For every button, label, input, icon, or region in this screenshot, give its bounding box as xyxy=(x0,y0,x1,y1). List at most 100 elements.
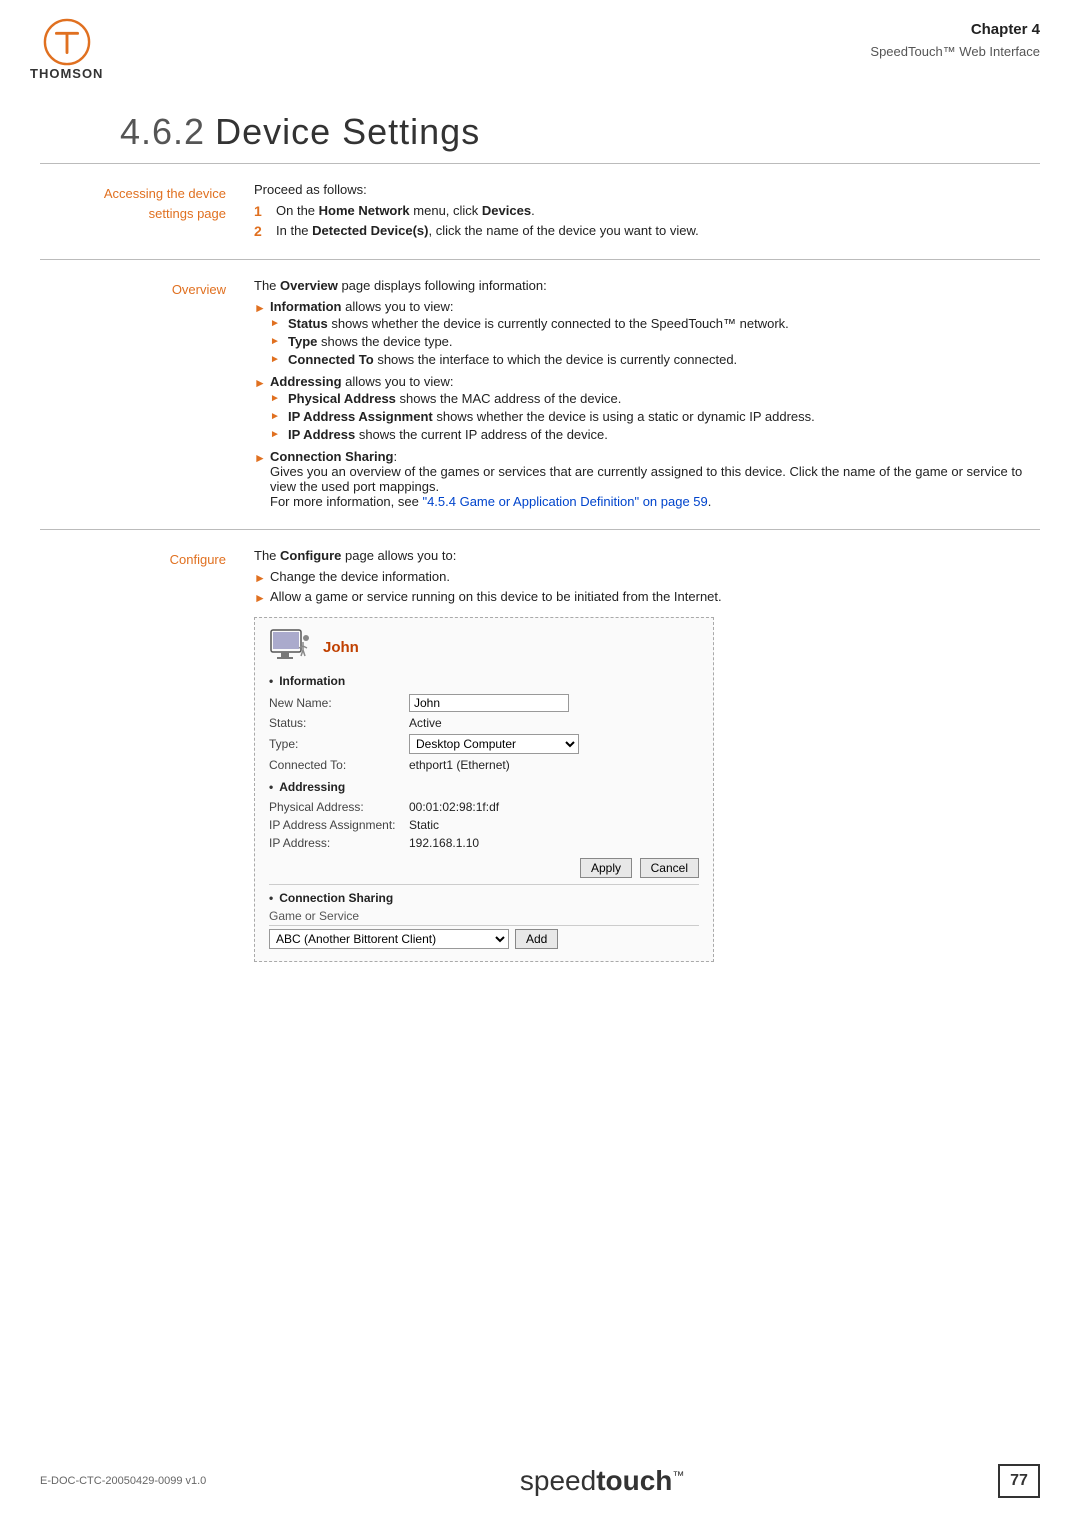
footer-brand: speedtouch™ xyxy=(206,1465,998,1497)
ip-assignment-label: IP Address Assignment: xyxy=(269,816,409,834)
ip-address-text: IP Address shows the current IP address … xyxy=(288,427,608,442)
step-2-num: 2 xyxy=(254,223,276,239)
new-name-input[interactable] xyxy=(409,694,569,712)
type-label: Type: xyxy=(269,732,409,756)
page-title-text: Device Settings xyxy=(215,111,480,152)
status-text: Status shows whether the device is curre… xyxy=(288,316,789,331)
connection-sharing-link[interactable]: "4.5.4 Game or Application Definition" o… xyxy=(422,494,707,509)
configure-section: Configure The Configure page allows you … xyxy=(40,529,1040,978)
ip-assignment-value: Static xyxy=(409,816,699,834)
addressing-text: Addressing allows you to view: xyxy=(270,374,454,389)
connected-to-value: ethport1 (Ethernet) xyxy=(409,756,699,774)
overview-label-text: Overview xyxy=(172,282,226,297)
device-card: John • Information New Name: Status: xyxy=(254,617,714,962)
step-1-num: 1 xyxy=(254,203,276,219)
configure-label-text: Configure xyxy=(170,552,226,567)
step-1-text: On the Home Network menu, click Devices. xyxy=(276,203,535,218)
device-icon xyxy=(269,628,313,666)
ip-address-label: IP Address: xyxy=(269,834,409,852)
addressing-sub-bullets: ► Physical Address shows the MAC address… xyxy=(270,391,815,442)
accessing-steps: 1 On the Home Network menu, click Device… xyxy=(254,203,1040,239)
brand-tm: ™ xyxy=(672,1469,684,1483)
card-information-table: New Name: Status: Active Type: Desk xyxy=(269,692,699,774)
bullet-addressing: ► Addressing allows you to view: ► Physi… xyxy=(254,374,1040,445)
overview-intro: The Overview page displays following inf… xyxy=(254,278,1040,293)
configure-bullet-2-text: Allow a game or service running on this … xyxy=(270,589,722,604)
bullet-arrow-3: ► xyxy=(254,451,270,465)
physical-address-row: Physical Address: 00:01:02:98:1f:df xyxy=(269,798,699,816)
configure-bullet-1: ► Change the device information. xyxy=(254,569,1040,585)
step-2-text: In the Detected Device(s), click the nam… xyxy=(276,223,699,238)
sub-arrow-physical: ► xyxy=(270,393,288,404)
bullet-connection-sharing-content: Connection Sharing: Gives you an overvie… xyxy=(270,449,1040,509)
connected-to-label: Connected To: xyxy=(269,756,409,774)
overview-content: The Overview page displays following inf… xyxy=(250,278,1040,513)
status-value: Active xyxy=(409,714,699,732)
game-service-select[interactable]: ABC (Another Bittorent Client) xyxy=(269,929,509,949)
type-select[interactable]: Desktop Computer xyxy=(409,734,579,754)
accessing-label: Accessing the device settings page xyxy=(40,182,250,243)
sub-bullet-ip-address: ► IP Address shows the current IP addres… xyxy=(270,427,815,442)
bullet-information: ► Information allows you to view: ► Stat… xyxy=(254,299,1040,370)
physical-address-value: 00:01:02:98:1f:df xyxy=(409,798,699,816)
chapter-info: Chapter 4 SpeedTouch™ Web Interface xyxy=(870,18,1040,63)
type-row: Type: Desktop Computer xyxy=(269,732,699,756)
cancel-button[interactable]: Cancel xyxy=(640,858,699,878)
sub-bullet-connected-to: ► Connected To shows the interface to wh… xyxy=(270,352,789,367)
apply-button[interactable]: Apply xyxy=(580,858,632,878)
cs-sub-label: Game or Service xyxy=(269,909,699,926)
configure-bullet-2: ► Allow a game or service running on thi… xyxy=(254,589,1040,605)
configure-arrow-1: ► xyxy=(254,571,270,585)
step-2: 2 In the Detected Device(s), click the n… xyxy=(254,223,1040,239)
accessing-intro: Proceed as follows: xyxy=(254,182,1040,197)
card-addressing-table: Physical Address: 00:01:02:98:1f:df IP A… xyxy=(269,798,699,852)
page-title-number: 4.6.2 xyxy=(120,111,205,152)
step-1: 1 On the Home Network menu, click Device… xyxy=(254,203,1040,219)
ip-address-value: 192.168.1.10 xyxy=(409,834,699,852)
configure-arrow-2: ► xyxy=(254,591,270,605)
bullet-information-content: Information allows you to view: ► Status… xyxy=(270,299,789,370)
bullet-arrow-2: ► xyxy=(254,376,270,390)
accessing-content: Proceed as follows: 1 On the Home Networ… xyxy=(250,182,1040,243)
new-name-row: New Name: xyxy=(269,692,699,714)
sub-arrow-type: ► xyxy=(270,336,288,347)
add-button[interactable]: Add xyxy=(515,929,558,949)
brand-touch: touch xyxy=(596,1465,672,1496)
connected-to-row: Connected To: ethport1 (Ethernet) xyxy=(269,756,699,774)
physical-text: Physical Address shows the MAC address o… xyxy=(288,391,621,406)
type-value[interactable]: Desktop Computer xyxy=(409,732,699,756)
sub-arrow-ip-address: ► xyxy=(270,429,288,440)
ip-assignment-row: IP Address Assignment: Static xyxy=(269,816,699,834)
bullet-arrow-1: ► xyxy=(254,301,270,315)
page-number: 77 xyxy=(998,1464,1040,1498)
accessing-label-line1: Accessing the device xyxy=(104,186,226,201)
ip-address-row: IP Address: 192.168.1.10 xyxy=(269,834,699,852)
page-title-area: 4.6.2Device Settings xyxy=(0,81,1080,163)
page-header: THOMSON Chapter 4 SpeedTouch™ Web Interf… xyxy=(0,0,1080,81)
configure-label: Configure xyxy=(40,548,250,962)
connection-sharing-desc: Gives you an overview of the games or se… xyxy=(270,464,1022,494)
status-row: Status: Active xyxy=(269,714,699,732)
overview-label: Overview xyxy=(40,278,250,513)
bullet-addressing-content: Addressing allows you to view: ► Physica… xyxy=(270,374,815,445)
device-name: John xyxy=(323,639,359,656)
footer-doc-id: E-DOC-CTC-20050429-0099 v1.0 xyxy=(40,1475,206,1487)
sub-bullet-status: ► Status shows whether the device is cur… xyxy=(270,316,789,331)
bullet-connection-sharing: ► Connection Sharing: Gives you an overv… xyxy=(254,449,1040,509)
sub-arrow-ip-assignment: ► xyxy=(270,411,288,422)
card-information-label: • Information xyxy=(269,674,699,688)
configure-bullet-1-text: Change the device information. xyxy=(270,569,450,584)
brand-speed: speed xyxy=(520,1465,596,1496)
sub-bullet-type: ► Type shows the device type. xyxy=(270,334,789,349)
sub-bullet-physical: ► Physical Address shows the MAC address… xyxy=(270,391,815,406)
configure-bullets: ► Change the device information. ► Allow… xyxy=(254,569,1040,605)
page-title: 4.6.2Device Settings xyxy=(120,111,1040,153)
card-addressing-label: • Addressing xyxy=(269,780,699,794)
physical-address-label: Physical Address: xyxy=(269,798,409,816)
sub-arrow-status: ► xyxy=(270,318,288,329)
sub-arrow-connected-to: ► xyxy=(270,354,288,365)
configure-content: The Configure page allows you to: ► Chan… xyxy=(250,548,1040,962)
new-name-value[interactable] xyxy=(409,692,699,714)
device-card-header: John xyxy=(269,628,699,666)
type-text: Type shows the device type. xyxy=(288,334,453,349)
